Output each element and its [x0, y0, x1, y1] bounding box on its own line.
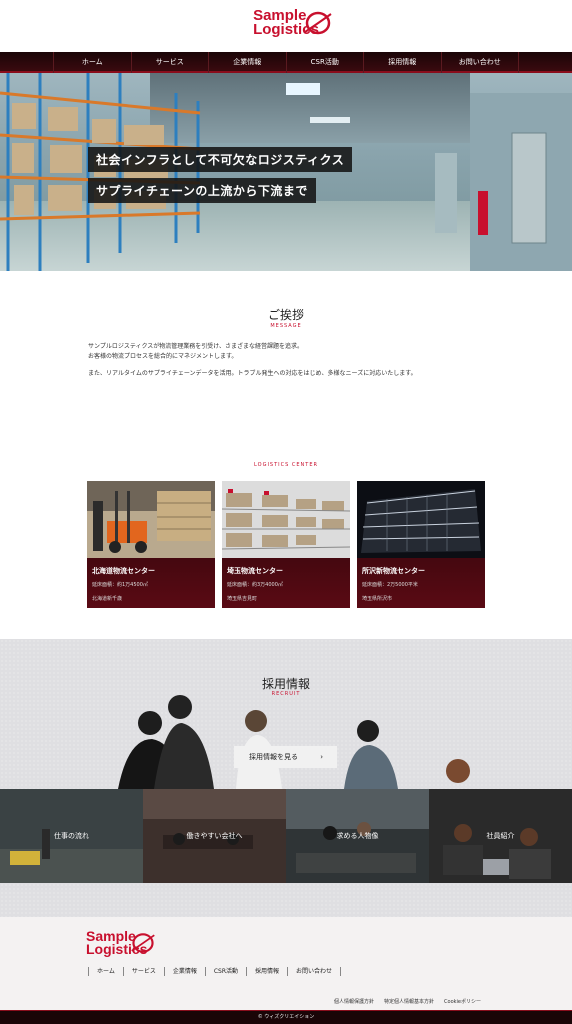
center-card-area: 延床面積：約1万4500㎡	[92, 582, 148, 588]
center-card-title: 所沢新物流センター	[362, 567, 425, 575]
greeting-line-2: お客様の物流プロセスを総合的にマネジメントします。	[88, 353, 238, 360]
center-card-tokorozawa[interactable]: 所沢新物流センター 延床面積：2万5000平米 埼玉県所沢市	[357, 481, 485, 608]
footer-logo-swoosh-icon	[131, 933, 155, 953]
saitama-center-image	[222, 481, 350, 558]
nav-item-company[interactable]: 企業情報	[208, 52, 286, 73]
greeting-line-1: サンプルロジスティクスが物流管理業務を引受け、さまざまな経営課題を追求。	[88, 343, 303, 350]
tile-label: 仕事の流れ	[54, 832, 89, 840]
nav-item-contact[interactable]: お問い合わせ	[440, 52, 519, 73]
recruit-tile-workplace[interactable]: 働きやすい会社へ	[143, 789, 286, 883]
recruit-title: 採用情報	[261, 677, 310, 691]
footer-logo-wordmark: Sample Logistics	[86, 929, 155, 956]
footer-nav-company[interactable]: 企業情報	[163, 967, 205, 976]
copyright: © ウィズクリエイション	[0, 1010, 572, 1024]
recruit-more-label: 採用情報を見る	[249, 753, 298, 761]
footer-nav-contact[interactable]: お問い合わせ	[287, 967, 342, 976]
greeting-subtitle: MESSAGE	[270, 323, 302, 329]
tokorozawa-center-image	[357, 481, 485, 558]
global-nav-list: ホーム サービス 企業情報 CSR活動 採用情報 お問い合わせ	[53, 52, 519, 73]
center-card-location: 埼玉県吉見町	[227, 596, 258, 602]
cookie-policy-link[interactable]: Cookieポリシー	[444, 998, 481, 1005]
privacy-policy-link[interactable]: 個人情報保護方針	[334, 998, 374, 1005]
nav-item-service[interactable]: サービス	[130, 52, 209, 73]
footer-nav-csr[interactable]: CSR活動	[204, 967, 246, 976]
hero-caption-2: サプライチェーンの上流から下流まで	[88, 178, 316, 203]
center-card-location: 北海道新千歳	[92, 596, 123, 602]
footer-nav-recruit[interactable]: 採用情報	[246, 967, 287, 976]
footer-logo[interactable]: Sample Logistics	[86, 929, 155, 957]
greeting-line-3: また、リアルタイムのサプライチェーンデータを活用。トラブル発生への対応をはじめ、…	[88, 370, 417, 377]
recruit-tile-workflow[interactable]: 仕事の流れ	[0, 789, 143, 883]
tile-label: 求める人物像	[336, 832, 379, 840]
nav-item-recruit[interactable]: 採用情報	[363, 52, 441, 73]
tile-label: 働きやすい会社へ	[186, 832, 243, 840]
center-card-title: 北海道物流センター	[92, 567, 155, 575]
center-card-saitama[interactable]: 埼玉物流センター 延床面積：約3万4000㎡ 埼玉県吉見町	[222, 481, 350, 608]
hokkaido-center-image	[87, 481, 215, 558]
recruit-more-button[interactable]: 採用情報を見る ›	[234, 746, 337, 768]
nav-item-home[interactable]: ホーム	[53, 52, 131, 73]
footer-policy-links: 個人情報保護方針 特定個人情報基本方針 Cookieポリシー	[334, 998, 481, 1005]
tile-label: 社員紹介	[486, 832, 515, 840]
logo-swoosh-icon	[304, 11, 332, 35]
global-nav: ホーム サービス 企業情報 CSR活動 採用情報 お問い合わせ	[0, 52, 572, 73]
footer-nav: ホーム サービス 企業情報 CSR活動 採用情報 お問い合わせ	[88, 967, 342, 976]
nav-item-csr[interactable]: CSR活動	[285, 52, 364, 73]
recruit-tile-ideal-candidate[interactable]: 求める人物像	[286, 789, 429, 883]
center-card-hokkaido[interactable]: 北海道物流センター 延床面積：約1万4500㎡ 北海道新千歳	[87, 481, 215, 608]
recruit-tile-staff[interactable]: 社員紹介	[429, 789, 572, 883]
warehouse-racks-image	[0, 73, 572, 271]
footer-nav-home[interactable]: ホーム	[88, 967, 123, 976]
warehouse-shelves-photo	[222, 481, 350, 558]
center-card-title: 埼玉物流センター	[227, 567, 283, 575]
specific-personal-info-policy-link[interactable]: 特定個人情報基本方針	[384, 998, 434, 1005]
logistics-center-label: LOGISTICS CENTER	[254, 462, 318, 468]
chevron-right-icon: ›	[320, 753, 323, 761]
center-card-area: 延床面積：約3万4000㎡	[227, 582, 283, 588]
recruit-subtitle: RECRUIT	[271, 691, 301, 697]
site-logo[interactable]: Sample Logistics	[0, 8, 572, 37]
greeting-title: ご挨拶	[267, 308, 304, 322]
center-card-area: 延床面積：2万5000平米	[362, 582, 418, 588]
center-card-location: 埼玉県所沢市	[362, 596, 393, 602]
hero-banner: 社会インフラとして不可欠なロジスティクス サプライチェーンの上流から下流まで	[0, 73, 572, 271]
hero-caption-1: 社会インフラとして不可欠なロジスティクス	[88, 147, 353, 172]
footer-nav-service[interactable]: サービス	[122, 967, 164, 976]
forklift-photo	[87, 481, 215, 558]
building-night-photo	[357, 481, 485, 558]
logo-wordmark: Sample Logistics	[253, 8, 332, 37]
